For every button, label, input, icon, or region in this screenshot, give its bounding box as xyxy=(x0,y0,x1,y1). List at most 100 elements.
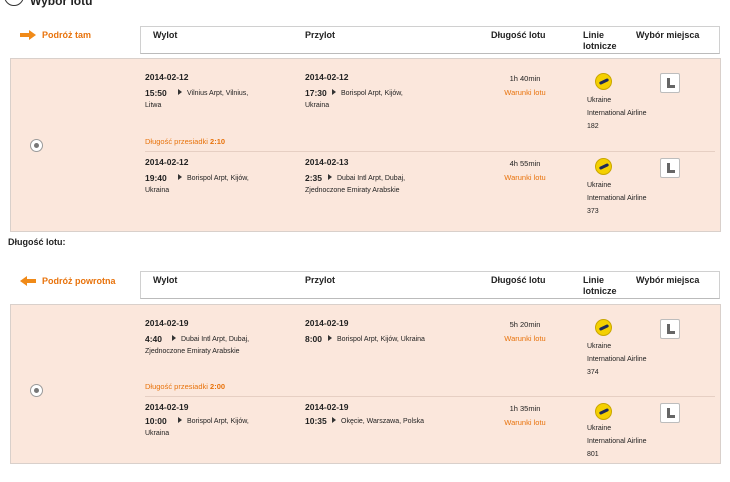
flight-terms-link[interactable]: Warunki lotu xyxy=(495,88,555,97)
arr-place: Okęcie, Warszawa, Polska xyxy=(329,415,424,428)
arr-place-text: Dubai Intl Arpt, Dubaj, xyxy=(337,175,406,182)
play-icon xyxy=(328,335,332,341)
col-duration: Długość lotu xyxy=(491,275,546,285)
inbound-segment-2: 2014-02-19 10:00 Borispol Arpt, Kijów, U… xyxy=(145,402,715,482)
inbound-column-header: Wylot Przylot Długość lotu Linie lotnicz… xyxy=(140,271,720,299)
col-seat: Wybór miejsca xyxy=(636,30,700,40)
arr-date: 2014-02-19 xyxy=(305,318,349,328)
col-departure: Wylot xyxy=(153,30,178,40)
airline-logo-icon xyxy=(595,403,612,420)
flight-duration: 5h 20min xyxy=(509,320,541,329)
arr-date: 2014-02-12 xyxy=(305,72,349,82)
flight-terms-link[interactable]: Warunki lotu xyxy=(495,334,555,343)
inbound-layover: Długość przesiadki 2:00 xyxy=(145,382,225,391)
airline-logo-icon xyxy=(595,158,612,175)
play-icon xyxy=(332,89,336,95)
airline-logo-icon xyxy=(595,73,612,90)
dep-place-2: Zjednoczone Emiraty Arabskie xyxy=(145,348,240,355)
dep-place: Borispol Arpt, Kijów, xyxy=(175,415,249,428)
arr-time: 10:35 xyxy=(305,416,327,426)
outbound-segment-2: 2014-02-12 19:40 Borispol Arpt, Kijów, U… xyxy=(145,157,715,237)
col-duration: Długość lotu xyxy=(491,30,546,40)
layover-value: 2:10 xyxy=(210,137,226,146)
outbound-label-text: Podróż tam xyxy=(42,30,92,40)
inbound-label: Podróż powrotna xyxy=(20,276,116,286)
seat-select-button[interactable] xyxy=(660,403,680,423)
flight-terms-link[interactable]: Warunki lotu xyxy=(495,173,555,182)
dep-place-text: Vilnius Arpt, Vilnius, xyxy=(187,90,249,97)
seat-select-button[interactable] xyxy=(660,158,680,178)
dep-date: 2014-02-19 xyxy=(145,318,189,328)
airline-name-2: International Airline xyxy=(587,356,647,363)
inbound-select-radio[interactable] xyxy=(30,384,43,397)
arr-date: 2014-02-13 xyxy=(305,157,349,167)
step-number-badge: 1 xyxy=(4,0,24,6)
arr-time: 17:30 xyxy=(305,88,327,98)
arr-place-text: Borispol Arpt, Kijów, xyxy=(341,90,403,97)
inbound-segment-1: 2014-02-19 4:40 Dubai Intl Arpt, Dubaj, … xyxy=(145,318,715,398)
outbound-layover: Długość przesiadki 2:10 xyxy=(145,137,225,146)
outbound-column-header: Wylot Przylot Długość lotu Linie lotnicz… xyxy=(140,26,720,54)
flight-duration: 1h 40min xyxy=(509,74,541,83)
arr-place: Borispol Arpt, Kijów, Ukraina xyxy=(325,333,425,346)
arr-date: 2014-02-19 xyxy=(305,402,349,412)
flight-duration: 4h 55min xyxy=(509,159,541,168)
dep-date: 2014-02-12 xyxy=(145,72,189,82)
dep-place: Vilnius Arpt, Vilnius, xyxy=(175,87,248,100)
segment-divider xyxy=(145,151,715,152)
play-icon xyxy=(178,89,182,95)
airline-logo-icon xyxy=(595,319,612,336)
dep-date: 2014-02-12 xyxy=(145,157,189,167)
dep-date: 2014-02-19 xyxy=(145,402,189,412)
dep-place-text: Borispol Arpt, Kijów, xyxy=(187,418,249,425)
play-icon xyxy=(328,174,332,180)
play-icon xyxy=(172,335,176,341)
airline-name: Ukraine xyxy=(587,182,612,189)
airline-name-2: International Airline xyxy=(587,195,647,202)
airline-name: Ukraine xyxy=(587,425,612,432)
arrow-right-icon xyxy=(20,30,36,40)
col-airlines: Linie lotnicze xyxy=(583,30,617,51)
col-seat: Wybór miejsca xyxy=(636,275,700,285)
page-title: Wybór lotu xyxy=(30,0,93,8)
col-departure: Wylot xyxy=(153,275,178,285)
dep-place-2: Litwa xyxy=(145,102,162,109)
play-icon xyxy=(332,417,336,423)
arr-place-2: Ukraina xyxy=(305,102,330,109)
play-icon xyxy=(178,174,182,180)
play-icon xyxy=(178,417,182,423)
dep-time: 15:50 xyxy=(145,88,167,98)
arr-place-text: Borispol Arpt, Kijów, Ukraina xyxy=(337,336,425,343)
airline-name: Ukraine xyxy=(587,343,612,350)
seat-select-button[interactable] xyxy=(660,73,680,93)
dep-place-2: Ukraina xyxy=(145,430,170,437)
airline-name-2: International Airline xyxy=(587,438,647,445)
inbound-label-text: Podróż powrotna xyxy=(42,276,116,286)
dep-place-text: Dubai Intl Arpt, Dubaj, xyxy=(181,336,250,343)
arr-place-2: Zjednoczone Emiraty Arabskie xyxy=(305,187,400,194)
arr-place-text: Okęcie, Warszawa, Polska xyxy=(341,418,424,425)
col-airlines: Linie lotnicze xyxy=(583,275,617,296)
flight-number: 182 xyxy=(587,123,599,130)
col-arrival: Przylot xyxy=(305,275,336,285)
arr-time: 8:00 xyxy=(305,334,323,344)
outbound-segment-1: 2014-02-12 15:50 Vilnius Arpt, Vilnius, … xyxy=(145,72,715,152)
flight-number: 801 xyxy=(587,451,599,458)
airline-name-2: International Airline xyxy=(587,110,647,117)
layover-label: Długość przesiadki xyxy=(145,137,208,146)
flight-duration: 1h 35min xyxy=(509,404,541,413)
layover-label: Długość przesiadki xyxy=(145,382,208,391)
dep-place-2: Ukraina xyxy=(145,187,170,194)
flight-number: 374 xyxy=(587,369,599,376)
seat-select-button[interactable] xyxy=(660,319,680,339)
dep-place-text: Borispol Arpt, Kijów, xyxy=(187,175,249,182)
flight-terms-link[interactable]: Warunki lotu xyxy=(495,418,555,427)
outbound-select-radio[interactable] xyxy=(30,139,43,152)
dep-time: 4:40 xyxy=(145,334,163,344)
dep-place: Borispol Arpt, Kijów, xyxy=(175,172,249,185)
col-arrival: Przylot xyxy=(305,30,336,40)
arr-place: Borispol Arpt, Kijów, xyxy=(329,87,403,100)
layover-value: 2:00 xyxy=(210,382,226,391)
arrow-left-icon xyxy=(20,276,36,286)
airline-name: Ukraine xyxy=(587,97,612,104)
